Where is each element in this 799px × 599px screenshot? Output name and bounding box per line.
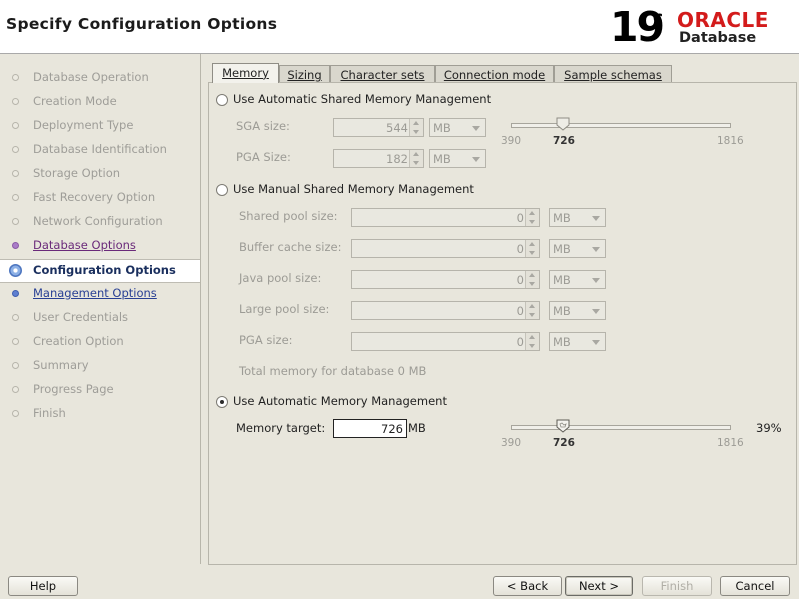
step-dot-icon <box>12 218 19 225</box>
shared-pool-unit-select[interactable]: MB <box>549 208 606 227</box>
large-pool-unit-select[interactable]: MB <box>549 301 606 320</box>
wizard-steps-panel: Database Operation Creation Mode Deploym… <box>0 54 201 564</box>
step-storage-option: Storage Option <box>0 163 200 185</box>
manual-memory-label: Use Manual Shared Memory Management <box>233 182 474 196</box>
manual-memory-radio[interactable] <box>216 184 228 196</box>
tab-connection-mode[interactable]: Connection mode <box>435 65 554 82</box>
tab-sizing[interactable]: Sizing <box>279 65 330 82</box>
step-dot-icon <box>12 98 19 105</box>
memory-tab-panel <box>208 82 797 565</box>
asmm-slider-max: 1816 <box>717 135 744 147</box>
help-button[interactable]: Help <box>8 576 78 596</box>
pga-size-label: PGA Size: <box>236 150 291 164</box>
amm-slider-value: 726 <box>553 437 575 449</box>
shared-pool-label: Shared pool size: <box>239 209 338 223</box>
asmm-slider-min: 390 <box>501 135 522 147</box>
step-dot-icon <box>12 338 19 345</box>
asmm-label: Use Automatic Shared Memory Management <box>233 92 492 106</box>
manual-pga-unit-select[interactable]: MB <box>549 332 606 351</box>
pga-unit-select[interactable]: MB <box>429 149 486 168</box>
sga-size-label: SGA size: <box>236 119 290 133</box>
asmm-slider-thumb[interactable] <box>556 117 570 131</box>
asmm-slider-value: 726 <box>553 135 575 147</box>
current-step-icon <box>9 264 22 277</box>
java-pool-label: Java pool size: <box>239 271 322 285</box>
amm-label: Use Automatic Memory Management <box>233 394 447 408</box>
manual-pga-label: PGA size: <box>239 333 293 347</box>
large-pool-label: Large pool size: <box>239 302 330 316</box>
step-dot-icon <box>12 314 19 321</box>
step-database-identification: Database Identification <box>0 139 200 161</box>
step-network-configuration: Network Configuration <box>0 211 200 233</box>
step-database-options[interactable]: Database Options <box>0 235 200 257</box>
step-dot-icon <box>12 146 19 153</box>
step-management-options[interactable]: Management Options <box>0 283 200 305</box>
step-dot-icon <box>12 242 19 249</box>
oracle-logo: ORACLE <box>677 8 769 32</box>
back-button[interactable]: < Back <box>493 576 562 596</box>
step-dot-icon <box>12 290 19 297</box>
memory-target-label: Memory target: <box>236 421 326 435</box>
spinner-arrows-icon[interactable] <box>409 119 423 136</box>
step-database-operation: Database Operation <box>0 67 200 89</box>
tab-character-sets[interactable]: Character sets <box>330 65 435 82</box>
step-creation-option: Creation Option <box>0 331 200 353</box>
pga-size-spinner[interactable]: 182 <box>333 149 424 168</box>
spinner-arrows-icon[interactable] <box>525 333 539 350</box>
amm-radio[interactable] <box>216 396 228 408</box>
manual-pga-spinner[interactable]: 0 <box>351 332 540 351</box>
spinner-arrows-icon[interactable] <box>525 209 539 226</box>
step-creation-mode: Creation Mode <box>0 91 200 113</box>
memory-target-input[interactable]: 726 <box>333 419 407 438</box>
step-finish: Finish <box>0 403 200 425</box>
large-pool-spinner[interactable]: 0 <box>351 301 540 320</box>
sga-unit-select[interactable]: MB <box>429 118 486 137</box>
header-banner: Specify Configuration Options 19 c ORACL… <box>0 0 799 54</box>
cancel-button[interactable]: Cancel <box>720 576 790 596</box>
buffer-cache-spinner[interactable]: 0 <box>351 239 540 258</box>
step-configuration-options: Configuration Options <box>0 259 200 283</box>
java-pool-unit-select[interactable]: MB <box>549 270 606 289</box>
memory-target-unit: MB <box>408 421 426 435</box>
total-memory-text: Total memory for database 0 MB <box>239 364 427 378</box>
step-summary: Summary <box>0 355 200 377</box>
asmm-radio[interactable] <box>216 94 228 106</box>
logo-version-suffix: c <box>653 8 664 28</box>
step-deployment-type: Deployment Type <box>0 115 200 137</box>
step-dot-icon <box>12 170 19 177</box>
spinner-arrows-icon[interactable] <box>525 240 539 257</box>
step-dot-icon <box>12 122 19 129</box>
asmm-memory-slider[interactable] <box>511 123 731 128</box>
spinner-arrows-icon[interactable] <box>525 271 539 288</box>
amm-slider-max: 1816 <box>717 437 744 449</box>
step-dot-icon <box>12 74 19 81</box>
buffer-cache-label: Buffer cache size: <box>239 240 342 254</box>
amm-slider-min: 390 <box>501 437 522 449</box>
sga-size-spinner[interactable]: 544 <box>333 118 424 137</box>
spinner-arrows-icon[interactable] <box>525 302 539 319</box>
step-dot-icon <box>12 410 19 417</box>
step-progress-page: Progress Page <box>0 379 200 401</box>
step-dot-icon <box>12 386 19 393</box>
amm-percent: 39% <box>756 421 782 435</box>
step-dot-icon <box>12 194 19 201</box>
tab-memory[interactable]: Memory <box>212 63 279 83</box>
step-dot-icon <box>12 362 19 369</box>
buffer-cache-unit-select[interactable]: MB <box>549 239 606 258</box>
amm-memory-slider[interactable] <box>511 425 731 430</box>
next-button[interactable]: Next > <box>565 576 633 596</box>
java-pool-spinner[interactable]: 0 <box>351 270 540 289</box>
step-user-credentials: User Credentials <box>0 307 200 329</box>
step-fast-recovery-option: Fast Recovery Option <box>0 187 200 209</box>
spinner-arrows-icon[interactable] <box>409 150 423 167</box>
page-title: Specify Configuration Options <box>6 15 278 33</box>
logo-product: Database <box>679 30 757 46</box>
amm-slider-thumb[interactable] <box>556 419 570 433</box>
shared-pool-spinner[interactable]: 0 <box>351 208 540 227</box>
tab-sample-schemas[interactable]: Sample schemas <box>554 65 672 82</box>
finish-button[interactable]: Finish <box>642 576 712 596</box>
